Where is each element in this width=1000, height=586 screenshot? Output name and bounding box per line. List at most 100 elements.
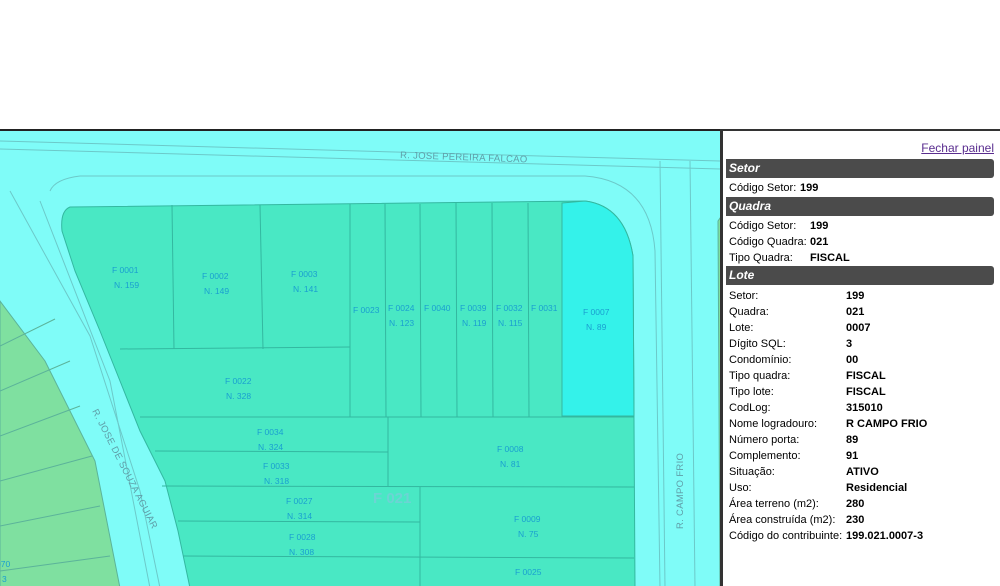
lot-label-n: N. 119 xyxy=(462,318,487,328)
lot-label-f: F 0031 xyxy=(531,303,558,313)
info-row: Tipo quadra: FISCAL xyxy=(729,369,886,384)
info-row: Nome logradouro: R CAMPO FRIO xyxy=(729,417,927,432)
lot-label-f: F 0025 xyxy=(515,567,542,577)
lot-label-f: F 0007 xyxy=(583,307,610,317)
street-label-falcao: R. JOSE PEREIRA FALCAO xyxy=(400,150,528,165)
info-value: 315010 xyxy=(846,402,883,414)
info-value: 280 xyxy=(846,498,865,510)
info-key: Código Setor: xyxy=(729,220,797,232)
info-value: ATIVO xyxy=(846,466,879,478)
lot-label-n: N. 328 xyxy=(226,391,251,401)
info-row: CodLog: 315010 xyxy=(729,401,883,416)
lot-label-n: N. 159 xyxy=(114,280,139,290)
info-row: Dígito SQL: 3 xyxy=(729,337,852,352)
lot-label-n: N. 149 xyxy=(204,286,229,296)
info-row: Condomínio: 00 xyxy=(729,353,858,368)
info-key: Tipo lote: xyxy=(729,386,774,398)
lot-label-n: N. 314 xyxy=(287,511,312,521)
lot-label-n: N. 318 xyxy=(264,476,289,486)
close-panel-link[interactable]: Fechar painel xyxy=(921,141,994,155)
info-value: 89 xyxy=(846,434,859,446)
lot-label-n: N. 81 xyxy=(500,459,521,469)
info-row: Situação: ATIVO xyxy=(729,465,879,480)
info-key: Tipo Quadra: xyxy=(729,252,793,264)
info-row: Código Setor: 199 xyxy=(729,219,828,234)
info-row: Tipo Quadra: FISCAL xyxy=(729,251,850,266)
lot-label-f: F 0008 xyxy=(497,444,524,454)
info-key: Área terreno (m2): xyxy=(729,498,819,510)
info-key: Número porta: xyxy=(729,434,800,446)
lot-label-f: F 0033 xyxy=(263,461,290,471)
info-key: Condomínio: xyxy=(729,354,792,366)
info-panel: Fechar painel Setor Código Setor: 199 Qu… xyxy=(720,129,1000,586)
lot-label-n: N. 324 xyxy=(258,442,283,452)
lot-label-f: F 0003 xyxy=(291,269,318,279)
lot-label-f: F 0032 xyxy=(496,303,523,313)
info-value: FISCAL xyxy=(846,386,886,398)
street-label-campo-frio: R. CAMPO FRIO xyxy=(675,453,686,529)
info-key: Nome logradouro: xyxy=(729,418,818,430)
neighbor-lot-label: 3 xyxy=(2,574,7,584)
lot-label-n: N. 141 xyxy=(293,284,318,294)
info-row: Setor: 199 xyxy=(729,289,864,304)
block-label: F 021 xyxy=(373,490,411,507)
info-key: CodLog: xyxy=(729,402,771,414)
info-row: Número porta: 89 xyxy=(729,433,858,448)
info-row: Complemento: 91 xyxy=(729,449,858,464)
info-value: 021 xyxy=(810,236,829,248)
lot-label-f: F 0009 xyxy=(514,514,541,524)
info-row: Área construída (m2): 230 xyxy=(729,513,864,528)
lot-label-f: F 0039 xyxy=(460,303,487,313)
lot-label-f: F 0034 xyxy=(257,427,284,437)
info-value: 199 xyxy=(810,220,829,232)
section-header-quadra: Quadra xyxy=(726,197,994,216)
lot-label-f: F 0040 xyxy=(424,303,451,313)
section-header-lote: Lote xyxy=(726,266,994,285)
info-row: Uso: Residencial xyxy=(729,481,907,496)
info-value: 230 xyxy=(846,514,865,526)
info-value: FISCAL xyxy=(810,252,850,264)
info-value: 199 xyxy=(800,182,819,194)
info-value: 0007 xyxy=(846,322,871,334)
info-value: 199.021.0007-3 xyxy=(846,530,924,542)
info-value: FISCAL xyxy=(846,370,886,382)
lot-label-n: N. 115 xyxy=(498,318,523,328)
info-value: 00 xyxy=(846,354,859,366)
info-value: Residencial xyxy=(846,482,908,494)
info-value: 199 xyxy=(846,290,865,302)
info-key: Lote: xyxy=(729,322,754,334)
info-key: Tipo quadra: xyxy=(729,370,791,382)
lot-label-n: N. 123 xyxy=(389,318,414,328)
info-row: Código Setor: 199 xyxy=(729,181,818,196)
neighbor-lot-label: 070 xyxy=(0,559,10,569)
info-row: Código Quadra: 021 xyxy=(729,235,828,250)
info-value: R CAMPO FRIO xyxy=(846,418,928,430)
info-row: Área terreno (m2): 280 xyxy=(729,497,864,512)
lot-label-f: F 0028 xyxy=(289,532,316,542)
info-key: Situação: xyxy=(729,466,775,478)
lot-label-n: N. 308 xyxy=(289,547,314,557)
info-key: Quadra: xyxy=(729,306,769,318)
info-key: Código do contribuinte: xyxy=(729,530,843,542)
info-value: 3 xyxy=(846,338,853,350)
lot-label-f: F 0022 xyxy=(225,376,252,386)
neighbor-block-left xyxy=(0,300,121,586)
lot-label-f: F 0001 xyxy=(112,265,139,275)
info-key: Área construída (m2): xyxy=(729,514,836,526)
lot-label-f: F 0023 xyxy=(353,305,380,315)
lot-label-f: F 0002 xyxy=(202,271,229,281)
lot-label-f: F 0024 xyxy=(388,303,415,313)
section-header-setor: Setor xyxy=(726,159,994,178)
info-key: Código Quadra: xyxy=(729,236,807,248)
info-key: Dígito SQL: xyxy=(729,338,786,350)
info-row: Quadra: 021 xyxy=(729,305,864,320)
lot-label-n: N. 75 xyxy=(518,529,539,539)
lot-label-f: F 0027 xyxy=(286,496,313,506)
info-row: Lote: 0007 xyxy=(729,321,870,336)
info-value: 91 xyxy=(846,450,859,462)
info-key: Uso: xyxy=(729,482,752,494)
info-row: Código do contribuinte: 199.021.0007-3 xyxy=(729,529,923,544)
info-value: 021 xyxy=(846,306,865,318)
info-key: Código Setor: xyxy=(729,182,797,194)
info-row: Tipo lote: FISCAL xyxy=(729,385,886,400)
